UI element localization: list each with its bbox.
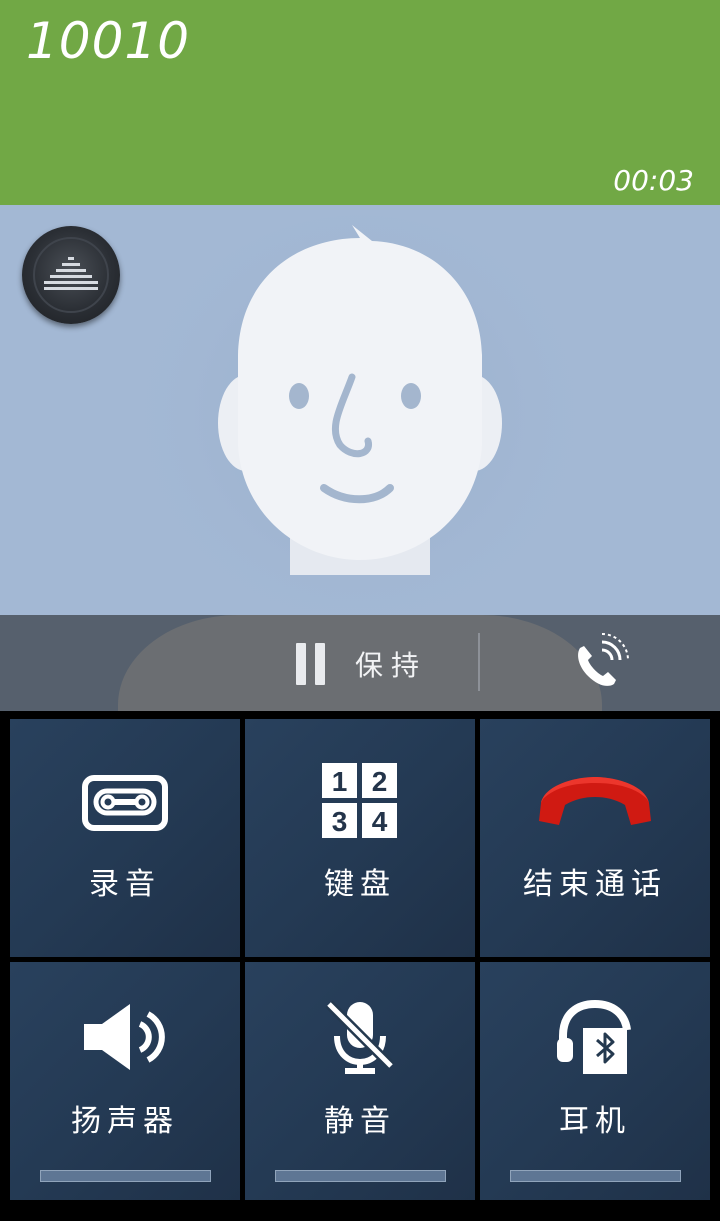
speaker-icon	[84, 1004, 165, 1070]
svg-text:1: 1	[332, 766, 348, 797]
speaker-button[interactable]: 扬声器	[10, 962, 240, 1200]
wifi-call-button[interactable]	[570, 632, 630, 692]
mute-toggle-indicator	[275, 1170, 446, 1182]
record-tape-icon	[82, 775, 168, 831]
headset-button[interactable]: 耳机	[480, 962, 710, 1200]
bluetooth-headset-icon	[557, 1000, 631, 1074]
mute-mic-icon	[325, 1000, 395, 1074]
pause-icon	[296, 643, 325, 685]
call-header: 10010 00:03	[0, 0, 720, 205]
mute-button[interactable]: 静音	[245, 962, 475, 1200]
end-call-label: 结束通话	[523, 867, 667, 902]
record-label: 录音	[89, 867, 161, 902]
keypad-label: 键盘	[324, 867, 396, 902]
call-timer: 00:03	[613, 164, 694, 197]
call-action-grid: 录音 1 2 3 4 键盘 结束通话 扬声器 静音 耳机	[10, 719, 710, 1213]
svg-text:2: 2	[372, 766, 388, 797]
wifi-call-icon	[578, 633, 629, 686]
record-button[interactable]: 录音	[10, 719, 240, 957]
equalizer-icon	[44, 257, 98, 290]
svg-text:4: 4	[372, 806, 388, 837]
headset-label: 耳机	[559, 1104, 631, 1139]
speaker-label: 扬声器	[71, 1104, 179, 1139]
end-call-icon	[539, 777, 651, 825]
svg-text:3: 3	[332, 806, 348, 837]
caller-number: 10010	[26, 12, 191, 70]
hold-label: 保持	[355, 649, 428, 682]
speaker-toggle-indicator	[40, 1170, 211, 1182]
keypad-icon: 1 2 3 4	[322, 763, 397, 838]
headset-toggle-indicator	[510, 1170, 681, 1182]
hold-button[interactable]: 保持	[296, 641, 427, 687]
equalizer-button[interactable]	[22, 226, 120, 324]
end-call-button[interactable]: 结束通话	[480, 719, 710, 957]
divider	[478, 633, 480, 691]
mute-label: 静音	[324, 1104, 396, 1139]
keypad-button[interactable]: 1 2 3 4 键盘	[245, 719, 475, 957]
